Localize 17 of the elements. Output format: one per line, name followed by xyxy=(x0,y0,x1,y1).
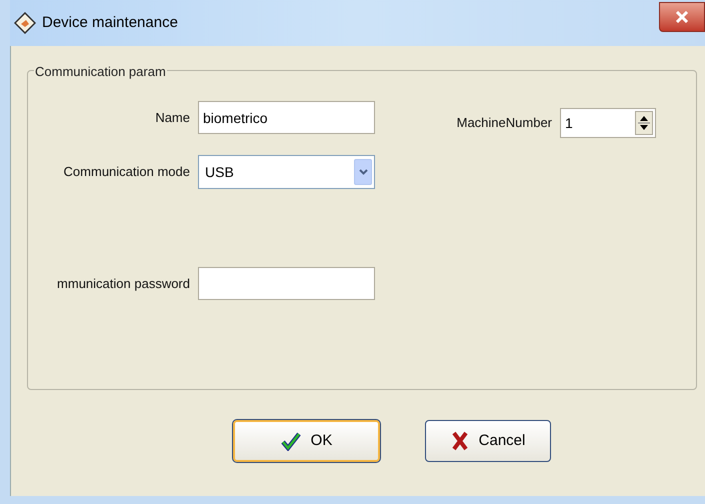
cancel-button[interactable]: Cancel xyxy=(425,420,551,462)
number-spinner[interactable]: 1 xyxy=(560,108,656,138)
spin-arrows-icon[interactable] xyxy=(635,111,653,135)
window-title: Device maintenance xyxy=(42,12,178,33)
close-icon xyxy=(675,11,689,23)
check-icon xyxy=(280,431,301,451)
dropdown[interactable]: USB xyxy=(198,155,375,189)
field-label: mmunication password xyxy=(57,274,190,293)
text-field[interactable] xyxy=(198,267,375,300)
cross-icon xyxy=(450,431,469,451)
ok-button[interactable]: OK xyxy=(233,420,380,462)
field-label: Communication mode xyxy=(64,163,190,182)
close-button[interactable] xyxy=(659,2,705,32)
text-field[interactable]: biometrico xyxy=(198,101,375,134)
field-label: MachineNumber xyxy=(456,114,552,132)
app-icon xyxy=(14,12,36,34)
field-label: Name xyxy=(155,108,190,127)
